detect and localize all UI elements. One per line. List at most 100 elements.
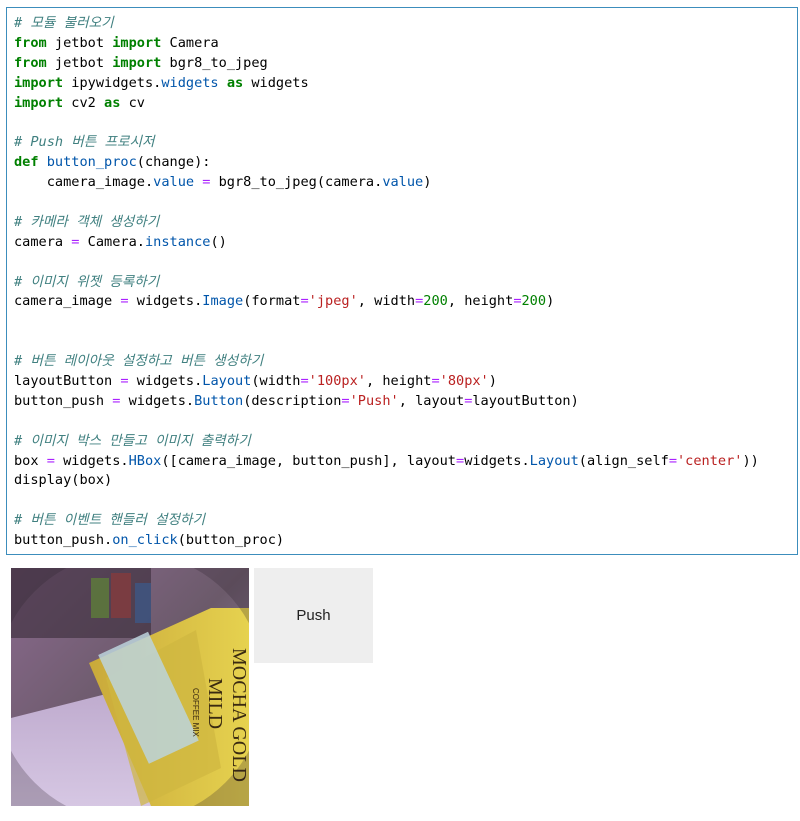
code-token: import xyxy=(112,54,162,71)
code-line: # 카메라 객체 생성하기 xyxy=(14,213,797,233)
code-token: )) xyxy=(742,452,759,469)
code-token: bgr8_to_jpeg xyxy=(161,54,268,71)
code-token: # 카메라 객체 생성하기 xyxy=(14,213,160,230)
code-token: layoutButton) xyxy=(472,392,579,409)
code-token: def xyxy=(14,154,39,171)
code-token: = xyxy=(668,452,677,469)
code-token: widgets. xyxy=(464,452,530,469)
code-token: 'center' xyxy=(677,452,743,469)
code-token: # Push 버튼 프로시저 xyxy=(14,134,155,151)
code-token: as xyxy=(226,74,244,91)
shelf-item-1 xyxy=(91,578,109,618)
code-token: (format xyxy=(243,293,301,310)
code-token: = xyxy=(456,452,465,469)
code-token: , height xyxy=(447,293,514,310)
code-line: # Push 버튼 프로시저 xyxy=(14,133,797,153)
code-token: '80px' xyxy=(439,373,489,390)
code-line: # 버튼 이벤트 핸들러 설정하기 xyxy=(14,511,797,531)
camera-image: MOCHA GOLD MILD COFFEE MIX xyxy=(11,568,249,806)
output-area: MOCHA GOLD MILD COFFEE MIX Push xyxy=(11,568,381,808)
code-token: on_click xyxy=(112,532,178,549)
code-line: camera_image.value = bgr8_to_jpeg(camera… xyxy=(14,173,797,193)
code-token: # 버튼 레이아웃 설정하고 버튼 생성하기 xyxy=(14,353,264,370)
code-token: # 이미지 박스 만들고 이미지 출력하기 xyxy=(14,432,251,449)
code-token: = xyxy=(341,392,350,409)
code-line: camera = Camera.instance() xyxy=(14,233,797,253)
code-token: import xyxy=(14,74,64,91)
code-token: 200 xyxy=(521,293,547,310)
code-line: layoutButton = widgets.Layout(width='100… xyxy=(14,372,797,392)
code-line: # 모듈 불러오기 xyxy=(14,14,797,34)
code-token: widgets xyxy=(161,74,219,91)
code-token: widgets. xyxy=(54,452,129,469)
code-token: cv2 xyxy=(63,94,105,111)
code-line: from jetbot import Camera xyxy=(14,34,797,54)
code-token: ) xyxy=(488,373,497,390)
code-token: # 버튼 이벤트 핸들러 설정하기 xyxy=(14,512,205,529)
code-line: import cv2 as cv xyxy=(14,94,797,114)
code-token: (align_self xyxy=(578,452,669,469)
code-token: Button xyxy=(194,392,244,409)
push-button[interactable]: Push xyxy=(254,568,373,663)
code-line: camera_image = widgets.Image(format='jpe… xyxy=(14,292,797,312)
code-token: Camera xyxy=(161,34,219,51)
code-token: value xyxy=(382,174,424,191)
code-token: ([camera_image, button_push], layout xyxy=(161,452,456,469)
code-token: , layout xyxy=(398,392,465,409)
code-token: from xyxy=(14,34,47,51)
code-token: widgets xyxy=(243,74,309,91)
code-token: display(box) xyxy=(14,472,113,489)
code-token: layoutButton xyxy=(14,373,121,390)
code-token: widgets. xyxy=(128,373,203,390)
code-token: jetbot xyxy=(46,34,113,51)
shelf-item-2 xyxy=(111,573,131,618)
code-token: (description xyxy=(243,392,342,409)
code-token: = xyxy=(120,293,129,310)
code-token: 200 xyxy=(423,293,448,310)
code-token: '100px' xyxy=(308,373,366,390)
code-line: button_push = widgets.Button(description… xyxy=(14,392,797,412)
code-token: = xyxy=(46,452,55,469)
code-line: display(box) xyxy=(14,471,797,491)
code-token: # 모듈 불러오기 xyxy=(14,15,114,31)
code-line: # 버튼 레이아웃 설정하고 버튼 생성하기 xyxy=(14,352,797,372)
code-token: cv xyxy=(120,94,145,111)
code-token: () xyxy=(210,233,227,250)
code-token: button_push xyxy=(14,392,113,409)
code-token: ) xyxy=(423,174,432,191)
code-token: box xyxy=(14,452,47,469)
code-line: box = widgets.HBox([camera_image, button… xyxy=(14,452,797,472)
code-token: (width xyxy=(251,373,301,390)
code-token: import xyxy=(112,34,162,51)
code-token: Camera. xyxy=(79,233,145,250)
code-token: , width xyxy=(357,293,416,310)
code-token: Image xyxy=(202,293,244,310)
code-cell[interactable]: # 모듈 불러오기 from jetbot import Camera from j… xyxy=(6,7,798,555)
code-token: = xyxy=(300,373,309,390)
code-token: as xyxy=(104,94,121,111)
code-token: (change): xyxy=(136,154,211,171)
code-token: button_proc xyxy=(46,154,137,171)
code-line: button_push.on_click(button_proc) xyxy=(14,531,797,551)
image-label-line2: MILD xyxy=(204,678,226,729)
code-token: value xyxy=(153,174,195,191)
code-token: 'Push' xyxy=(349,392,399,409)
code-token: # 이미지 위젯 등록하기 xyxy=(14,273,160,290)
shelf-item-3 xyxy=(135,583,151,623)
code-line: # 이미지 위젯 등록하기 xyxy=(14,273,797,293)
code-token: ) xyxy=(546,293,555,310)
code-token: camera xyxy=(14,233,72,250)
code-token: import xyxy=(14,94,64,111)
code-token: jetbot xyxy=(46,54,113,71)
code-token: Layout xyxy=(529,452,579,469)
code-token: (button_proc) xyxy=(177,532,285,549)
code-line: # 이미지 박스 만들고 이미지 출력하기 xyxy=(14,432,797,452)
code-token: = xyxy=(120,373,129,390)
